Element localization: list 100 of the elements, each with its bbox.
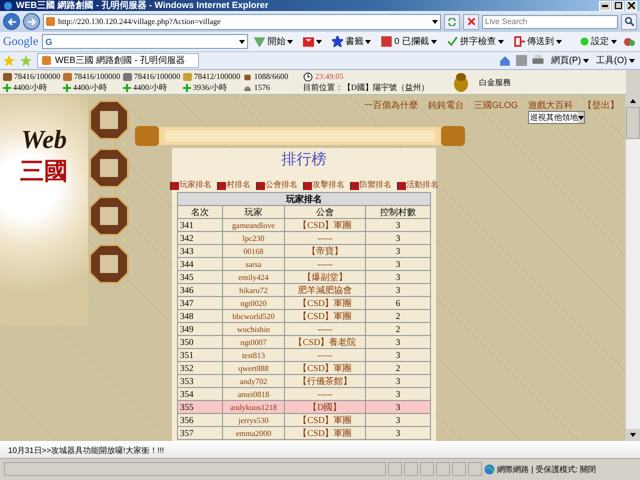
column-header: 玩家	[244, 206, 262, 216]
toolbar-menu-button[interactable]: 工具(O)	[594, 54, 637, 67]
page-icon	[42, 56, 51, 65]
vertical-scrollbar[interactable]	[625, 95, 640, 441]
guild-cell: 【CSD】軍團	[298, 414, 352, 424]
production-rate: 4400/小時	[73, 82, 108, 93]
search-icon	[624, 17, 634, 26]
toolbar-button[interactable]: 拼字檢查	[444, 35, 506, 48]
premium-service-link[interactable]: 白金服務	[479, 76, 511, 88]
logo-title: Web	[21, 125, 67, 155]
refresh-button[interactable]	[444, 14, 460, 30]
village-count-cell: 3	[396, 258, 400, 268]
plus-icon	[63, 84, 71, 92]
rank-cell: 341	[180, 220, 194, 230]
scroll-thumb[interactable]	[626, 107, 640, 139]
settings-button[interactable]: 設定	[578, 35, 619, 48]
globe-icon	[484, 464, 495, 474]
caret-icon	[578, 116, 584, 120]
scroll-up-icon[interactable]	[630, 99, 636, 103]
back-button[interactable]	[3, 13, 20, 30]
nav-link[interactable]: 一百個為什麼	[364, 99, 418, 109]
village-count-cell: 3	[396, 388, 400, 398]
toolbar-menu-button[interactable]: 網頁(P)	[549, 54, 591, 67]
page-icon	[46, 17, 55, 26]
logo-subtitle: 三國	[20, 157, 68, 187]
forward-button[interactable]	[23, 13, 40, 30]
printer-icon[interactable]	[532, 55, 544, 66]
security-zone: 網際網路 | 受保護模式: 關閉	[497, 464, 596, 474]
stop-button[interactable]	[463, 14, 479, 30]
guild-cell: 【CSD】軍團	[298, 428, 352, 438]
scroll-down-icon[interactable]	[630, 433, 636, 437]
rank-cell: 342	[180, 232, 194, 242]
toolbar-button[interactable]: 傳送到	[512, 35, 564, 48]
ranking-tab[interactable]: 攻擊排名	[302, 179, 344, 190]
ranking-tab[interactable]: 防禦排名	[350, 179, 392, 190]
browser-tab[interactable]: WEB三國 網路創國 - 孔明伺服器	[37, 53, 199, 68]
ranking-tab[interactable]: 玩家排名	[170, 179, 212, 190]
production-rate: 3936/小時	[193, 82, 228, 93]
village-count-cell: 6	[396, 298, 400, 308]
current-location: 目前位置：【D國】陽宇號（益州）	[303, 82, 429, 93]
search-button[interactable]	[621, 14, 637, 30]
rank-cell: 345	[180, 272, 194, 282]
rank-cell: 354	[180, 388, 194, 398]
guild-cell: 肥羊減肥協會	[298, 284, 352, 294]
village-dropdown[interactable]: 巡視其他領地	[528, 111, 585, 124]
ranking-tab[interactable]: 村排名	[216, 179, 250, 190]
toolbar-button[interactable]: 0 已攔截	[379, 35, 439, 48]
status-panel	[420, 462, 434, 476]
status-panel	[388, 462, 402, 476]
ranking-tab[interactable]: 活動排名	[396, 179, 438, 190]
caret-icon	[498, 40, 504, 44]
address-field[interactable]: http://220.130.120.244/village.php?Action=village	[43, 14, 441, 30]
google-search-field[interactable]: G	[42, 34, 248, 49]
resource-amount: 78416/100000	[134, 72, 180, 81]
toolbar-button[interactable]: 開始	[252, 35, 296, 48]
star-icon	[332, 36, 344, 47]
column-header: 名次	[191, 206, 209, 216]
toolbar-button[interactable]	[301, 35, 324, 48]
maximize-button[interactable]	[612, 0, 624, 10]
rank-cell: 349	[180, 324, 194, 334]
guild-cell: 【帝寶】	[306, 246, 343, 256]
resource-amount: 78412/100000	[194, 72, 240, 81]
minimize-button[interactable]	[599, 0, 611, 10]
checkmark-icon	[446, 36, 458, 47]
back-arrow-icon	[8, 18, 16, 26]
nav-link[interactable]: 三國GLOG	[474, 99, 518, 109]
nav-link[interactable]: 遊戲大百科	[528, 99, 573, 109]
player-cell[interactable]: sarsa	[245, 260, 262, 268]
ranking-title: 排行榜	[282, 150, 326, 170]
village-count-cell: 3	[396, 220, 400, 230]
nav-link[interactable]: 鈍鈍電台	[428, 99, 464, 109]
grain-icon	[183, 72, 192, 80]
village-count-cell: 3	[396, 402, 400, 412]
rank-cell: 357	[180, 428, 194, 438]
coin-pouch-icon	[453, 71, 469, 93]
person-icon[interactable]	[623, 36, 637, 46]
envelope-icon	[303, 36, 314, 47]
column-header: 公會	[316, 206, 334, 216]
caret-icon	[583, 58, 589, 62]
village-count-cell: 3	[396, 272, 400, 282]
village-count-cell: 3	[396, 350, 400, 360]
window-title: WEB三國 網路創國 - 孔明伺服器 - Windows Internet Explorer	[16, 0, 268, 12]
caret-icon	[629, 58, 635, 62]
star-icon[interactable]	[3, 54, 15, 66]
close-button[interactable]	[625, 0, 637, 10]
nav-link[interactable]: 【登出】	[583, 99, 619, 109]
google-logo: Google	[3, 34, 38, 49]
guild-cell: 【行儀茶館】	[298, 376, 352, 386]
column-header: 控制村數	[380, 206, 416, 216]
rank-cell: 353	[180, 376, 194, 386]
ranking-tab[interactable]: 公會排名	[256, 179, 298, 190]
rank-cell: 355	[180, 402, 194, 412]
table-caption: 玩家排名	[286, 194, 322, 204]
maximize-icon	[614, 2, 622, 9]
home-icon[interactable]	[499, 54, 511, 66]
toolbar-button[interactable]: 書籤	[330, 35, 374, 48]
forward-arrow-icon	[28, 18, 36, 26]
plus-icon	[123, 84, 131, 92]
brick-icon	[63, 72, 72, 80]
search-field[interactable]: Live Search	[482, 14, 618, 28]
